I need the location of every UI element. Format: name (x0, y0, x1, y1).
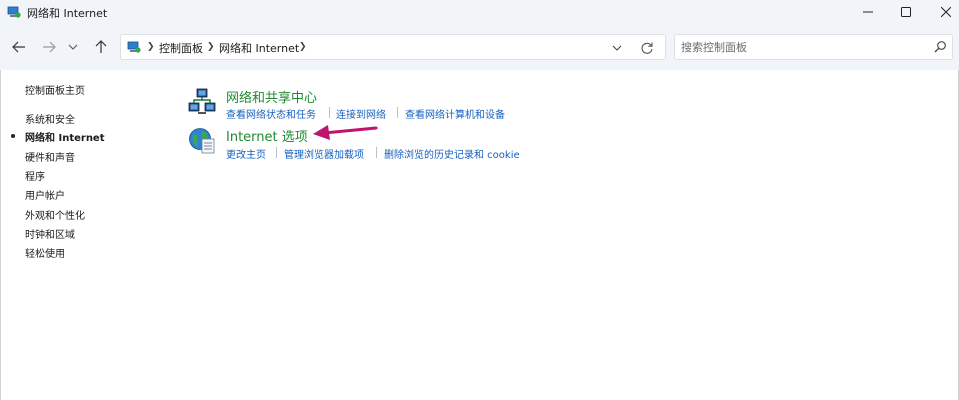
breadcrumb-separator[interactable]: ❯ (299, 42, 307, 52)
breadcrumb-separator[interactable]: ❯ (147, 42, 155, 52)
up-button[interactable] (90, 37, 112, 57)
navigation-bar: ❯ 控制面板 ❯ 网络和 Internet ❯ (0, 24, 959, 70)
arrow-left-icon (12, 41, 25, 53)
task-link-change-homepage[interactable]: 更改主页 (226, 146, 266, 161)
link-separator (329, 107, 330, 118)
sidebar-home-link[interactable]: 控制面板主页 (25, 82, 85, 97)
network-icon[interactable] (188, 88, 216, 116)
recent-locations-button[interactable] (62, 37, 84, 57)
task-link-connect-network[interactable]: 连接到网络 (336, 106, 386, 121)
sidebar-item-appearance[interactable]: 外观和个性化 (25, 207, 85, 222)
window-border (0, 70, 1, 400)
address-bar[interactable]: ❯ 控制面板 ❯ 网络和 Internet ❯ (120, 34, 666, 60)
window-title: 网络和 Internet (27, 7, 108, 20)
search-box[interactable] (674, 34, 953, 60)
annotation-arrow-icon (313, 125, 378, 140)
breadcrumb-control-panel[interactable]: 控制面板 (159, 40, 203, 56)
category-title-internet-options[interactable]: Internet 选项 (226, 126, 308, 145)
active-bullet (11, 134, 15, 138)
sidebar-item-hardware-sound[interactable]: 硬件和声音 (25, 149, 75, 164)
title-bar: 网络和 Internet (0, 0, 959, 24)
sidebar-item-ease-of-access[interactable]: 轻松使用 (25, 245, 65, 260)
minimize-icon (863, 11, 873, 13)
close-button[interactable] (924, 0, 959, 24)
globe-icon[interactable] (188, 127, 216, 155)
address-dropdown-button[interactable] (609, 40, 625, 56)
search-input[interactable] (681, 39, 921, 55)
task-link-view-network-computers[interactable]: 查看网络计算机和设备 (405, 106, 505, 121)
chevron-down-icon (612, 45, 622, 51)
arrow-right-icon (43, 41, 56, 53)
back-button[interactable] (8, 37, 30, 57)
search-icon[interactable] (933, 40, 947, 54)
link-separator (397, 107, 398, 118)
category-title-network-sharing[interactable]: 网络和共享中心 (226, 87, 317, 106)
refresh-button[interactable] (639, 40, 655, 56)
arrow-up-icon (95, 40, 107, 53)
task-link-delete-history[interactable]: 删除浏览的历史记录和 cookie (384, 146, 520, 161)
forward-button[interactable] (38, 37, 60, 57)
task-link-manage-addons[interactable]: 管理浏览器加载项 (284, 146, 364, 161)
breadcrumb-network-internet[interactable]: 网络和 Internet (219, 40, 299, 56)
sidebar-item-network-internet[interactable]: 网络和 Internet (25, 129, 105, 144)
sidebar-item-clock-region[interactable]: 时钟和区域 (25, 226, 75, 241)
control-panel-icon (7, 6, 21, 18)
refresh-icon (641, 42, 653, 54)
sidebar-item-user-accounts[interactable]: 用户帐户 (25, 187, 65, 202)
task-link-view-network-status[interactable]: 查看网络状态和任务 (226, 106, 316, 121)
link-separator (276, 147, 277, 158)
control-panel-icon (127, 41, 141, 53)
breadcrumb-separator[interactable]: ❯ (207, 42, 215, 52)
close-icon (941, 7, 951, 17)
chevron-down-icon (68, 44, 78, 50)
maximize-button[interactable] (884, 0, 928, 24)
maximize-icon (901, 7, 911, 17)
link-separator (376, 147, 377, 158)
sidebar-item-system-security[interactable]: 系统和安全 (25, 111, 75, 126)
sidebar-item-programs[interactable]: 程序 (25, 168, 45, 183)
